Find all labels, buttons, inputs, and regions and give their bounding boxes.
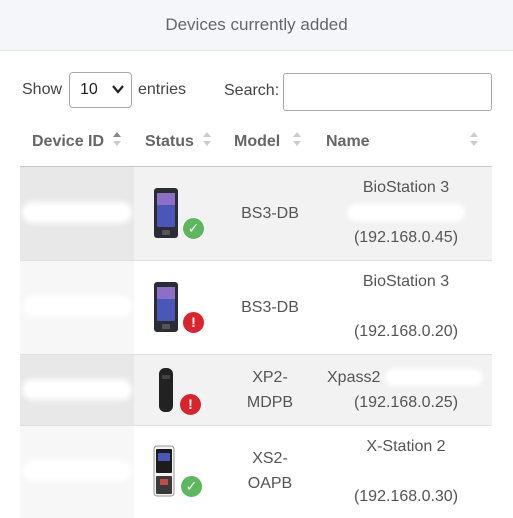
panel-header: Devices currently added [0,0,513,51]
device-name: BioStation 3 [362,179,450,196]
model-text: MDPB [246,394,294,411]
sort-icon[interactable] [203,131,211,149]
panel-title: Devices currently added [165,15,348,34]
model-text: BS3-DB [241,299,299,316]
model-text: XP2- [252,369,288,386]
table-header: Device ID Status Model Name [20,118,492,167]
table-row[interactable]: ! XP2- MDPB Xpass2 (192.168.0.25) [20,355,492,426]
device-id-cell [20,426,134,518]
redacted-serial [320,459,492,484]
device-id-cell [20,167,134,260]
sort-icon[interactable] [470,131,478,149]
model-cell: XS2- OAPB [224,446,316,496]
table-row[interactable]: ✓ BS3-DB BioStation 3 (192.168.0.45) [20,167,492,261]
device-id-cell [20,261,134,354]
status-error-icon: ! [179,393,202,416]
status-ok-icon: ✓ [182,217,205,240]
search-input[interactable] [283,73,492,111]
device-ip: (192.168.0.30) [353,488,459,505]
table-row[interactable]: ! BS3-DB BioStation 3 (192.168.0.20) [20,261,492,355]
status-error-icon: ! [182,311,205,334]
table-controls: Show 10 entries Search: [0,70,513,112]
show-label: Show [22,81,63,98]
search-label: Search: [224,82,280,99]
xstation-icon [153,445,175,497]
model-text: BS3-DB [241,205,299,222]
device-name-line: Xpass2 [320,365,492,390]
column-header-model[interactable]: Model [234,133,280,151]
table-row[interactable]: ✓ XS2- OAPB X-Station 2 (192.168.0.30) [20,426,492,518]
device-ip: (192.168.0.20) [353,323,459,340]
device-id-cell [20,355,134,425]
entries-label: entries [138,81,187,98]
device-ip: (192.168.0.25) [353,394,459,411]
name-cell: BioStation 3 (192.168.0.20) [320,269,492,344]
redacted-serial [388,372,480,383]
name-cell: X-Station 2 (192.168.0.30) [320,434,492,509]
model-text: OAPB [247,475,293,492]
model-text: XS2- [252,450,288,467]
device-name: Xpass2 [327,369,381,386]
biostation-icon [154,188,178,238]
redacted-device-id [26,383,128,396]
model-cell: XP2- MDPB [224,365,316,415]
chevron-down-icon [112,85,124,94]
redacted-device-id [26,206,128,219]
redacted-serial [320,294,492,319]
column-header-device-id[interactable]: Device ID [32,133,104,151]
entries-value: 10 [80,81,98,98]
redacted-serial [320,200,492,225]
model-cell: BS3-DB [224,201,316,226]
name-cell: BioStation 3 (192.168.0.45) [320,175,492,250]
name-cell: Xpass2 (192.168.0.25) [320,365,492,415]
device-name: X-Station 2 [366,438,446,455]
column-header-status[interactable]: Status [145,133,194,151]
redacted-device-id [26,464,128,477]
sort-icon[interactable] [113,131,121,149]
device-name: BioStation 3 [362,273,450,290]
xpass-reader-icon [159,368,173,412]
entries-select[interactable]: 10 [69,72,132,108]
biostation-icon [154,282,178,332]
column-header-name[interactable]: Name [326,133,370,151]
status-ok-icon: ✓ [180,475,203,498]
device-ip: (192.168.0.45) [353,229,459,246]
model-cell: BS3-DB [224,295,316,320]
sort-icon[interactable] [293,131,301,149]
redacted-device-id [26,300,128,313]
